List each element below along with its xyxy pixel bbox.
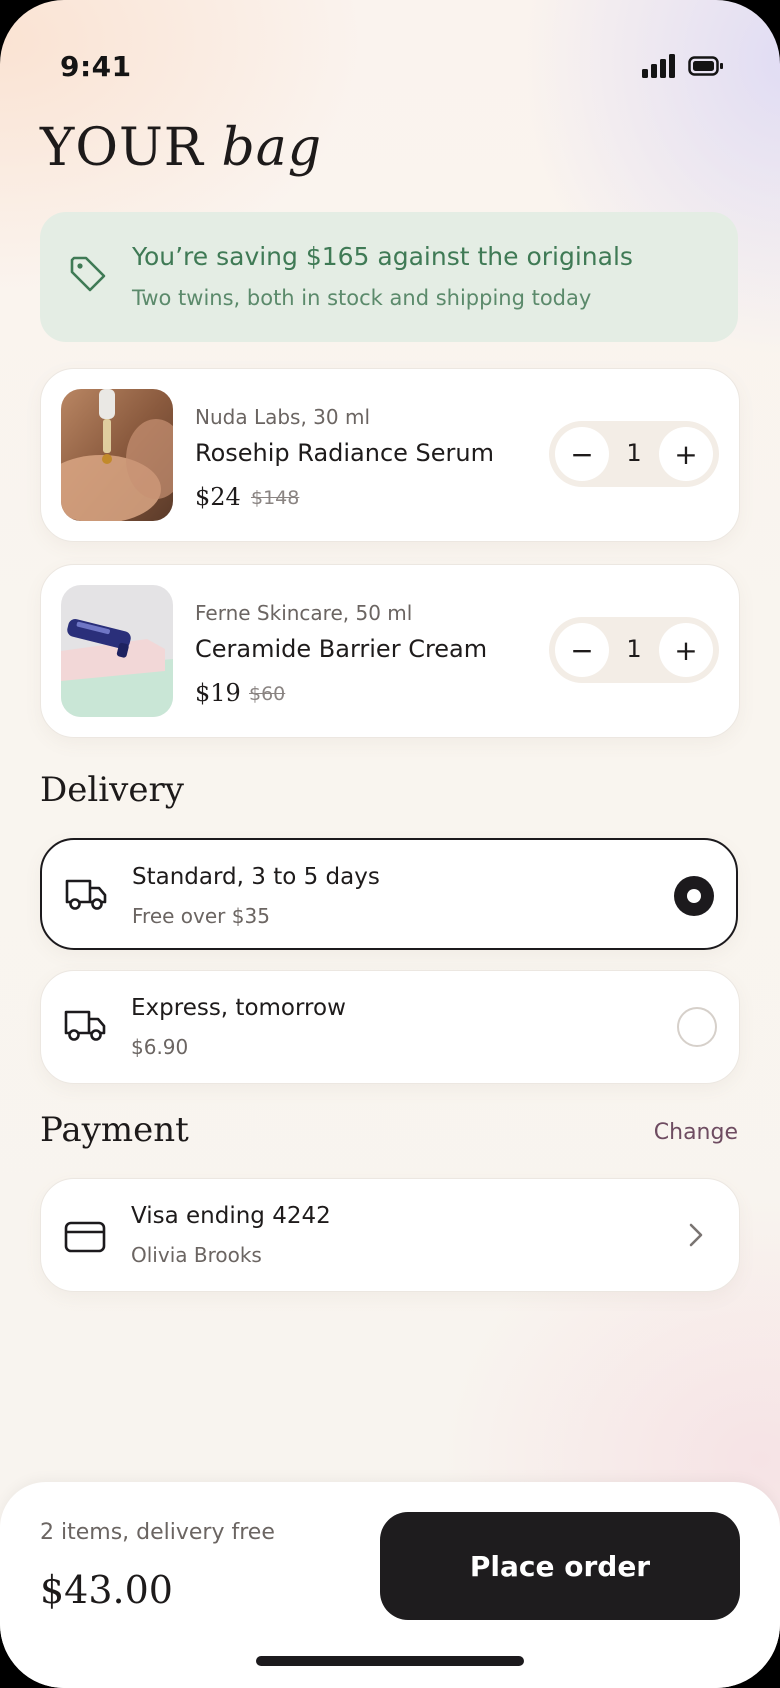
cardholder-name: Olivia Brooks bbox=[131, 1243, 262, 1267]
delivery-option-express[interactable]: Express, tomorrow $6.90 bbox=[40, 970, 740, 1084]
item-original-price: $148 bbox=[251, 487, 300, 509]
delivery-option-label: Standard, 3 to 5 days bbox=[132, 864, 380, 890]
order-total: $43.00 bbox=[40, 1568, 173, 1612]
signal-icon bbox=[642, 54, 675, 78]
item-price: $19 bbox=[195, 679, 241, 707]
tag-icon bbox=[70, 256, 106, 292]
payment-method-card[interactable]: Visa ending 4242 Olivia Brooks bbox=[40, 1178, 740, 1292]
delivery-option-detail: $6.90 bbox=[131, 1035, 189, 1059]
radio-selected[interactable] bbox=[674, 876, 714, 916]
delivery-heading: Delivery bbox=[40, 770, 184, 810]
increase-quantity-button[interactable]: + bbox=[659, 623, 713, 677]
page-title-word-italic: bag bbox=[221, 118, 323, 178]
product-image-serum bbox=[61, 389, 173, 521]
battery-icon bbox=[688, 56, 723, 76]
increase-quantity-button[interactable]: + bbox=[659, 427, 713, 481]
radio-unselected[interactable] bbox=[677, 1007, 717, 1047]
cart-item: Ferne Skincare, 50 ml Ceramide Barrier C… bbox=[40, 564, 740, 738]
quantity-stepper: − 1 + bbox=[549, 421, 719, 487]
savings-banner: You’re saving $165 against the originals… bbox=[40, 212, 738, 342]
item-brand: Ferne Skincare, 50 ml bbox=[195, 601, 413, 625]
delivery-option-label: Express, tomorrow bbox=[131, 995, 346, 1021]
truck-icon bbox=[65, 879, 107, 910]
item-original-price: $60 bbox=[249, 683, 286, 705]
cart-item: Nuda Labs, 30 ml Rosehip Radiance Serum … bbox=[40, 368, 740, 542]
chevron-right-icon bbox=[689, 1223, 703, 1247]
item-price: $24 bbox=[195, 483, 241, 511]
page-title: YOUR bag bbox=[40, 118, 322, 178]
savings-headline: You’re saving $165 against the originals bbox=[132, 242, 633, 271]
quantity-stepper: − 1 + bbox=[549, 617, 719, 683]
home-indicator bbox=[256, 1656, 524, 1666]
page-title-word: YOUR bbox=[40, 118, 204, 178]
payment-heading: Payment bbox=[40, 1110, 189, 1150]
card-label: Visa ending 4242 bbox=[131, 1203, 331, 1229]
item-brand: Nuda Labs, 30 ml bbox=[195, 405, 371, 429]
status-icons bbox=[642, 54, 724, 78]
product-image-cream bbox=[61, 585, 173, 717]
truck-icon bbox=[64, 1010, 106, 1041]
change-payment-link[interactable]: Change bbox=[654, 1120, 738, 1145]
delivery-option-detail: Free over $35 bbox=[132, 904, 270, 928]
status-time: 9:41 bbox=[60, 50, 132, 83]
phone-screen: 9:41 YOUR bag You’re saving $165 against… bbox=[0, 0, 780, 1688]
credit-card-icon bbox=[64, 1221, 106, 1253]
savings-subtext: Two twins, both in stock and shipping to… bbox=[132, 286, 592, 310]
item-name: Rosehip Radiance Serum bbox=[195, 439, 495, 467]
order-summary: 2 items, delivery free bbox=[40, 1520, 275, 1545]
item-name: Ceramide Barrier Cream bbox=[195, 635, 488, 663]
delivery-option-standard[interactable]: Standard, 3 to 5 days Free over $35 bbox=[40, 838, 738, 950]
place-order-button[interactable]: Place order bbox=[380, 1512, 740, 1620]
